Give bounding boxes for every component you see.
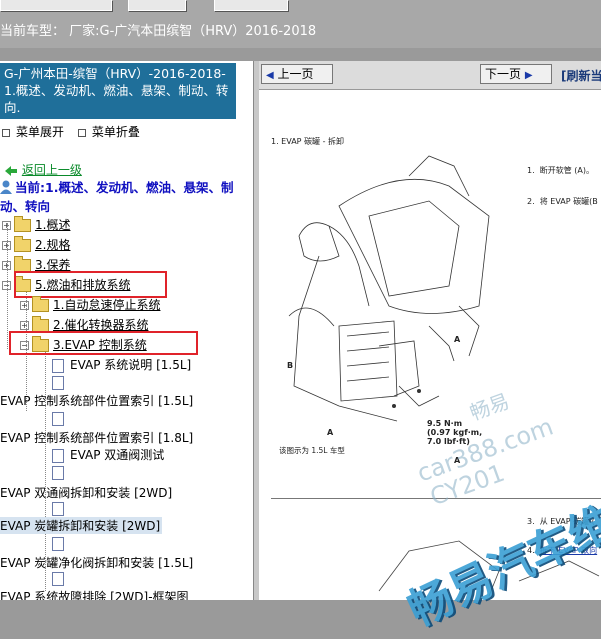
highlight-box [14, 271, 167, 298]
sidebar: G-广州本田-缤智（HRV）-2016-2018- 1.概述、发动机、燃油、悬架… [0, 61, 253, 600]
callout-b: B [287, 361, 294, 370]
square-icon [2, 128, 10, 137]
toolbar-button-1[interactable] [0, 0, 112, 11]
doc-evap-troubleshoot[interactable]: EVAP 系统故障排除 [2WD]-框架图 [0, 588, 189, 600]
document-icon [52, 375, 64, 390]
car-model-label: 当前车型： 厂家:G-广汽本田缤智（HRV）2016-2018 [0, 24, 317, 39]
expand-menu-button[interactable]: 菜单展开 [2, 125, 64, 139]
top-toolbar: 当前车型： 厂家:G-广汽本田缤智（HRV）2016-2018 [0, 0, 601, 48]
doc-evap-description[interactable]: EVAP 系统说明 [1.5L] [52, 356, 191, 373]
expand-icon[interactable]: + [2, 221, 11, 230]
square-icon [77, 128, 86, 137]
folder-icon [32, 296, 49, 312]
current-location: 当前:1.概述、发动机、燃油、悬架、制动、转向 [0, 180, 234, 214]
doc-icon-row [52, 411, 64, 426]
doc-evap-location-15[interactable]: EVAP 控制系统部件位置索引 [1.5L] [0, 392, 193, 409]
tree-item-idle-stop[interactable]: +1.自动怠速停止系统 [20, 296, 160, 313]
doc-evap-location-18[interactable]: EVAP 控制系统部件位置索引 [1.8L] [0, 429, 193, 446]
expand-icon[interactable]: + [2, 241, 11, 250]
document-icon [52, 465, 64, 480]
document-icon [52, 571, 64, 586]
doc-evap-two-way-remove[interactable]: EVAP 双通阀拆卸和安装 [2WD] [0, 484, 172, 501]
doc-evap-canister-remove[interactable]: EVAP 炭罐拆卸和安装 [2WD] [0, 517, 163, 534]
expand-icon[interactable]: + [2, 261, 11, 270]
document-viewer: ◀ 上一页 下一页 ▶ [刷新当 1. EVAP 碳罐 - 拆卸 1. 断开软管… [259, 61, 601, 637]
next-page-button[interactable]: 下一页 ▶ [480, 64, 552, 84]
collapse-menu-button[interactable]: 菜单折叠 [77, 125, 140, 139]
arrow-left-icon: ◀ [266, 70, 274, 81]
doc-icon-row [52, 375, 64, 390]
highlight-box [9, 331, 198, 355]
document-icon [52, 358, 64, 373]
document-icon [52, 536, 64, 551]
doc-icon-row [52, 501, 64, 516]
back-link[interactable]: 返回上一级 [4, 161, 82, 178]
doc-evap-purge-valve[interactable]: EVAP 炭罐净化阀拆卸和安装 [1.5L] [0, 554, 193, 571]
user-icon [0, 180, 12, 194]
step-2: 2. 将 EVAP 碳罐(B [527, 197, 598, 206]
prev-page-button[interactable]: ◀ 上一页 [261, 64, 333, 84]
collapse-icon[interactable]: − [2, 281, 11, 290]
folder-icon [14, 216, 31, 232]
back-arrow-icon [5, 165, 17, 176]
document-icon [52, 501, 64, 516]
arrow-right-icon: ▶ [524, 70, 533, 81]
callout-a3: A [327, 428, 334, 437]
sidebar-title: G-广州本田-缤智（HRV）-2016-2018- 1.概述、发动机、燃油、悬架… [0, 63, 236, 119]
document-icon [52, 448, 64, 463]
diagram-caption: 该图示为 1.5L 车型 [279, 446, 345, 455]
viewer-navbar: ◀ 上一页 下一页 ▶ [刷新当 [259, 61, 601, 90]
callout-a1: A [454, 335, 461, 344]
doc-evap-two-way-test[interactable]: EVAP 双通阀测试 [52, 446, 164, 463]
doc-icon-row [52, 571, 64, 586]
document-icon [52, 411, 64, 426]
doc-icon-row [52, 465, 64, 480]
folder-icon [14, 236, 31, 252]
tree-item-overview[interactable]: +1.概述 [2, 216, 70, 233]
doc-icon-row [52, 536, 64, 551]
tree-item-specs[interactable]: +2.规格 [2, 236, 70, 253]
menu-controls: 菜单展开 菜单折叠 [2, 123, 140, 140]
toolbar-button-3[interactable] [214, 0, 288, 11]
toolbar-button-2[interactable] [128, 0, 186, 11]
expand-icon[interactable]: + [20, 301, 29, 310]
expand-icon[interactable]: + [20, 321, 29, 330]
step-1: 1. 断开软管 (A)。 [527, 166, 594, 175]
refresh-link[interactable]: [刷新当 [561, 67, 601, 84]
